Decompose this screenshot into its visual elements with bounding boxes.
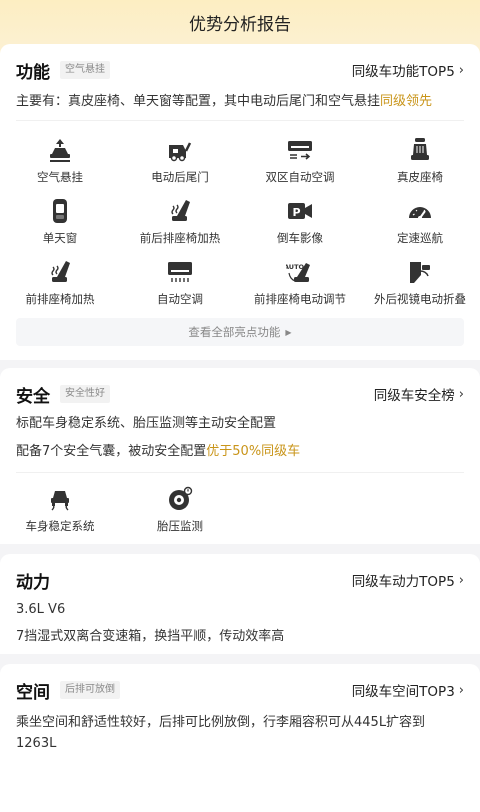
chevron-right-icon: › <box>458 682 464 698</box>
safety-rank-label: 同级车安全榜 <box>373 388 455 404</box>
feature-item[interactable]: 胎压监测 <box>120 486 240 540</box>
air-suspension-icon <box>50 139 70 162</box>
feature-item[interactable]: 电动后尾门 <box>120 137 240 191</box>
space-tag: 后排可放倒 <box>60 681 120 699</box>
power-seat-adjust-icon: AUTO <box>286 263 310 282</box>
space-title: 空间 <box>16 682 50 703</box>
power-rank-label: 同级车动力TOP5 <box>351 574 455 590</box>
safety-line2: 配备7个安全气囊，被动安全配置优于50%同级车 <box>16 442 464 462</box>
chevron-right-icon: › <box>458 572 464 588</box>
feature-label: 前后排座椅加热 <box>139 231 221 245</box>
safety-line1: 标配车身稳定系统、胎压监测等主动安全配置 <box>16 416 277 431</box>
feature-item[interactable]: P 倒车影像 <box>240 198 360 252</box>
function-title: 功能 <box>16 62 50 83</box>
seat-heating-icon <box>171 200 190 221</box>
safety-rank-link[interactable]: 同级车安全榜 › <box>373 384 464 405</box>
svg-text:AUTO: AUTO <box>286 263 305 271</box>
feature-item[interactable]: 前排座椅加热 <box>0 259 120 313</box>
feature-label: 前排座椅加热 <box>25 292 95 306</box>
cruise-control-icon <box>409 207 431 220</box>
function-description: 主要有：真皮座椅、单天窗等配置，其中电动后尾门和空气悬挂同级领先 <box>16 92 464 112</box>
safety-tag: 安全性好 <box>60 385 110 403</box>
safety-title: 安全 <box>16 386 50 407</box>
power-engine: 3.6L V6 <box>16 602 66 617</box>
feature-label: 外后视镜电动折叠 <box>374 292 466 306</box>
sunroof-icon <box>53 199 67 223</box>
feature-label: 胎压监测 <box>157 519 203 533</box>
safety-line2-highlight: 优于50%同级车 <box>206 444 301 459</box>
space-rank-link[interactable]: 同级车空间TOP3 › <box>351 680 464 701</box>
function-desc-highlight: 同级领先 <box>380 94 433 109</box>
safety-card-header: 安全 安全性好 同级车安全榜 › <box>16 382 464 407</box>
stability-control-icon <box>51 491 69 511</box>
power-card: 动力 同级车动力TOP5 › 3.6L V6 7挡湿式双离合变速箱，换挡平顺，传… <box>0 554 480 654</box>
feature-label: 空气悬挂 <box>37 170 83 184</box>
space-card: 空间 后排可放倒 同级车空间TOP3 › 乘坐空间和舒适性较好，后排可比例放倒，… <box>0 664 480 812</box>
function-feature-grid: 空气悬挂 电动后尾门 双区自动空调 真皮座椅 单天窗 前后排座椅加热 P 倒车影… <box>0 137 480 313</box>
page-title: 优势分析报告 <box>189 14 291 35</box>
power-tailgate-icon <box>169 142 192 162</box>
reverse-camera-icon: P <box>288 203 312 219</box>
feature-label: 前排座椅电动调节 <box>254 292 346 306</box>
feature-label: 倒车影像 <box>277 231 323 245</box>
feature-label: 电动后尾门 <box>151 170 209 184</box>
view-all-label: 查看全部亮点功能 <box>188 325 281 339</box>
safety-line2-text: 配备7个安全气囊，被动安全配置 <box>16 444 207 459</box>
leather-seat-icon <box>411 138 429 160</box>
power-description: 7挡湿式双离合变速箱，换挡平顺，传动效率高 <box>16 629 285 644</box>
space-rank-label: 同级车空间TOP3 <box>351 684 455 700</box>
front-seat-heating-icon <box>51 261 70 282</box>
divider <box>16 120 464 121</box>
chevron-right-icon: › <box>458 62 464 78</box>
triangle-right-icon: ▶ <box>285 327 292 337</box>
feature-item[interactable]: 自动空调 <box>120 259 240 313</box>
power-title: 动力 <box>16 572 50 593</box>
feature-item[interactable]: 双区自动空调 <box>240 137 360 191</box>
divider <box>16 472 464 473</box>
chevron-right-icon: › <box>458 386 464 402</box>
space-description: 乘坐空间和舒适性较好，后排可比例放倒，行李厢容积可从445L扩容到1263L <box>16 715 426 751</box>
function-tag: 空气悬挂 <box>60 61 110 79</box>
feature-label: 定速巡航 <box>397 231 443 245</box>
space-card-header: 空间 后排可放倒 同级车空间TOP3 › <box>16 678 464 703</box>
feature-label: 双区自动空调 <box>265 170 335 184</box>
feature-item[interactable]: 前后排座椅加热 <box>120 198 240 252</box>
feature-item[interactable]: 空气悬挂 <box>0 137 120 191</box>
mirror-fold-icon <box>410 262 430 283</box>
svg-text:P: P <box>292 206 300 219</box>
feature-item[interactable]: 单天窗 <box>0 198 120 252</box>
auto-ac-icon <box>168 262 192 282</box>
tire-pressure-icon <box>169 486 193 510</box>
page-header: 优势分析报告 <box>0 0 480 44</box>
feature-item[interactable]: 外后视镜电动折叠 <box>360 259 480 313</box>
function-card: 功能 空气悬挂 同级车功能TOP5 › 主要有：真皮座椅、单天窗等配置，其中电动… <box>0 44 480 360</box>
feature-item[interactable]: 真皮座椅 <box>360 137 480 191</box>
feature-item[interactable]: 车身稳定系统 <box>0 486 120 540</box>
safety-card: 安全 安全性好 同级车安全榜 › 标配车身稳定系统、胎压监测等主动安全配置 配备… <box>0 368 480 544</box>
function-desc-text: 主要有：真皮座椅、单天窗等配置，其中电动后尾门和空气悬挂 <box>16 94 381 109</box>
safety-feature-grid: 车身稳定系统 胎压监测 <box>0 486 480 540</box>
function-card-header: 功能 空气悬挂 同级车功能TOP5 › <box>16 58 464 83</box>
feature-item[interactable]: 定速巡航 <box>360 198 480 252</box>
feature-label: 自动空调 <box>157 292 203 306</box>
feature-label: 真皮座椅 <box>397 170 443 184</box>
dual-zone-ac-icon <box>288 141 312 160</box>
function-rank-link[interactable]: 同级车功能TOP5 › <box>351 60 464 81</box>
power-card-header: 动力 同级车动力TOP5 › <box>16 568 464 593</box>
power-rank-link[interactable]: 同级车动力TOP5 › <box>351 570 464 591</box>
feature-item[interactable]: AUTO 前排座椅电动调节 <box>240 259 360 313</box>
view-all-features-button[interactable]: 查看全部亮点功能 ▶ <box>16 318 464 346</box>
feature-label: 车身稳定系统 <box>25 519 95 533</box>
feature-label: 单天窗 <box>42 231 78 245</box>
function-rank-label: 同级车功能TOP5 <box>351 64 455 80</box>
